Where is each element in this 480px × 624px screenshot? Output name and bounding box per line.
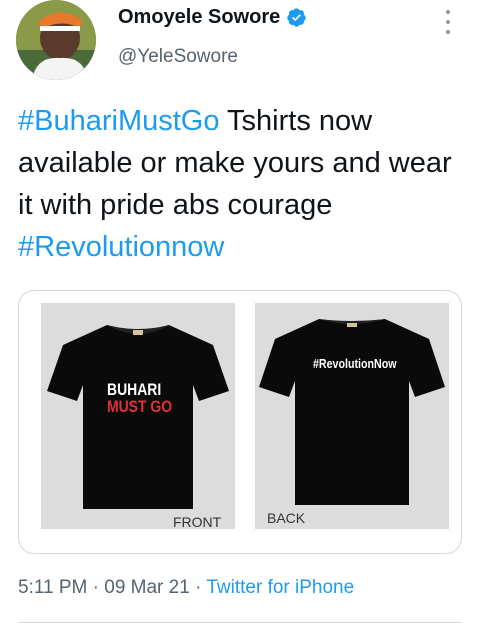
front-print-text: BUHARI MUST GO [107, 380, 173, 416]
tweet-time[interactable]: 5:11 PM [18, 577, 87, 598]
author-handle[interactable]: @YeleSowore [118, 46, 238, 68]
tshirt-front-image: BUHARI MUST GO FRONT [41, 303, 235, 530]
tshirt-front-shape [47, 325, 229, 509]
author-name[interactable]: Omoyele Sowore [118, 6, 307, 29]
meta-separator: · [189, 577, 207, 598]
avatar[interactable] [16, 0, 96, 80]
tshirt-back-shape [259, 319, 445, 505]
front-label: FRONT [173, 514, 222, 530]
tweet-meta: 5:11 PM · 09 Mar 21 · Twitter for iPhone [18, 577, 354, 599]
verified-badge-icon [287, 8, 306, 27]
tweet-source-link[interactable]: Twitter for iPhone [206, 577, 354, 598]
hashtag-link[interactable]: #Revolutionnow [18, 231, 224, 263]
tweet-date[interactable]: 09 Mar 21 [104, 577, 190, 598]
tshirt-back-image: #RevolutionNow BACK [255, 303, 449, 529]
profile-photo [16, 0, 96, 80]
hashtag-link[interactable]: #BuhariMustGo [18, 105, 220, 137]
more-options-icon[interactable] [438, 10, 458, 34]
back-label: BACK [267, 510, 306, 526]
tweet-text: #BuhariMustGo Tshirts now available or m… [18, 100, 468, 268]
divider [18, 622, 462, 623]
author-name-text[interactable]: Omoyele Sowore [118, 6, 280, 29]
back-print-text: #RevolutionNow [313, 356, 397, 371]
tweet-media[interactable]: BUHARI MUST GO FRONT #RevolutionNow BACK [18, 290, 462, 554]
meta-separator: · [87, 577, 105, 598]
